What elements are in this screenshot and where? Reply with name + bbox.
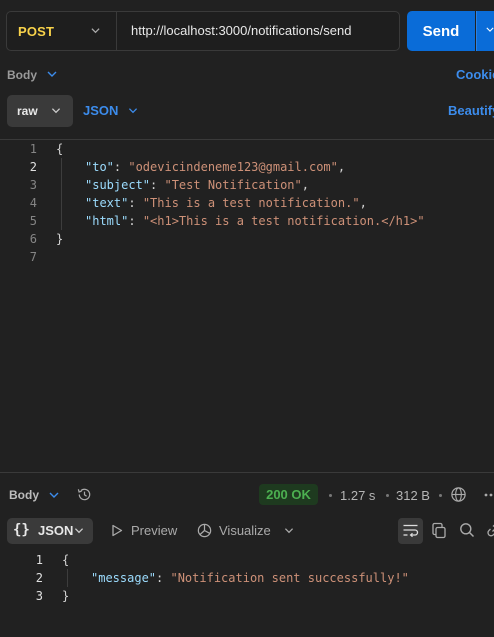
code-line: "to": "odevicindeneme123@gmail.com", (85, 160, 345, 174)
line-number: 3 (29, 178, 37, 192)
copy-icon[interactable] (431, 522, 447, 539)
line-number: 2 (29, 160, 37, 174)
code-line: "text": "This is a test notification.", (85, 196, 367, 210)
json-colon: : (156, 571, 171, 585)
line-number: 3 (35, 589, 43, 603)
indent-guide (61, 158, 62, 230)
visualize-icon[interactable] (196, 522, 213, 539)
cookies-link[interactable]: Cookie (456, 67, 494, 82)
json-value: "odevicindeneme123@gmail.com" (128, 160, 338, 174)
json-comma: , (337, 160, 346, 174)
code-close-brace: } (62, 589, 70, 603)
play-icon[interactable] (111, 524, 123, 537)
indent-guide (67, 569, 68, 587)
method-label: POST (18, 23, 55, 39)
json-key: "text" (85, 196, 129, 210)
line-number: 1 (35, 553, 43, 567)
pane-resize-handle[interactable] (0, 472, 494, 473)
code-close-brace: } (56, 232, 64, 246)
separator-dot (329, 494, 332, 497)
line-number: 2 (35, 571, 43, 585)
separator-dot (439, 494, 442, 497)
chevron-down-icon (486, 27, 494, 32)
link-icon[interactable] (486, 522, 494, 538)
json-value: "<h1>This is a test notification.</h1>" (142, 214, 425, 228)
code-open-brace: { (62, 553, 70, 567)
json-colon: : (128, 196, 143, 210)
wrap-icon (403, 524, 419, 538)
visualize-tab[interactable]: Visualize (219, 523, 271, 538)
separator-dot (386, 494, 389, 497)
chevron-down-icon[interactable] (91, 26, 100, 35)
line-number: 6 (29, 232, 37, 246)
body-type-label: raw (17, 104, 38, 118)
json-colon: : (113, 160, 129, 174)
json-key: "subject" (85, 178, 151, 192)
chevron-down-icon[interactable] (128, 106, 138, 115)
chevron-down-icon[interactable] (47, 70, 57, 78)
json-comma: , (359, 196, 367, 210)
body-type-select[interactable]: raw (7, 95, 73, 127)
url-input[interactable]: http://localhost:3000/notifications/send (131, 23, 351, 38)
response-format-label: JSON (38, 523, 74, 538)
preview-tab[interactable]: Preview (131, 523, 177, 538)
beautify-link[interactable]: Beautify (448, 103, 494, 118)
code-open-brace: { (56, 142, 64, 156)
response-tab-body[interactable]: Body (9, 488, 39, 502)
response-time[interactable]: 1.27 s (340, 488, 375, 503)
chevron-down-icon[interactable] (284, 526, 294, 535)
globe-icon[interactable] (450, 486, 467, 503)
json-colon: : (128, 214, 143, 228)
json-value: "This is a test notification." (142, 196, 360, 210)
code-line: "message": "Notification sent successful… (91, 571, 409, 585)
chevron-down-icon (74, 528, 84, 534)
history-icon[interactable] (76, 486, 93, 503)
search-icon[interactable] (459, 522, 475, 538)
send-button[interactable]: Send (407, 11, 475, 51)
json-comma: , (301, 178, 309, 192)
json-value: "Notification sent successfully!" (170, 571, 409, 585)
more-icon[interactable] (484, 492, 494, 498)
tab-body[interactable]: Body (7, 68, 37, 82)
line-number: 7 (29, 250, 37, 264)
divider (0, 139, 494, 140)
json-key: "html" (85, 214, 129, 228)
json-key: "message" (91, 571, 157, 585)
status-badge[interactable]: 200 OK (259, 484, 318, 505)
url-divider (116, 12, 117, 50)
line-number: 5 (29, 214, 37, 228)
line-number: 4 (29, 196, 37, 210)
body-format-select[interactable]: JSON (83, 103, 118, 118)
code-line: "subject": "Test Notification", (85, 178, 309, 192)
response-size[interactable]: 312 B (396, 488, 430, 503)
braces-icon: {} (13, 522, 30, 538)
chevron-down-icon (51, 108, 61, 114)
chevron-down-icon[interactable] (49, 491, 59, 499)
json-value: "Test Notification" (164, 178, 302, 192)
line-number: 1 (29, 142, 37, 156)
code-line: "html": "<h1>This is a test notification… (85, 214, 425, 228)
json-colon: : (150, 178, 165, 192)
json-key: "to" (85, 160, 114, 174)
